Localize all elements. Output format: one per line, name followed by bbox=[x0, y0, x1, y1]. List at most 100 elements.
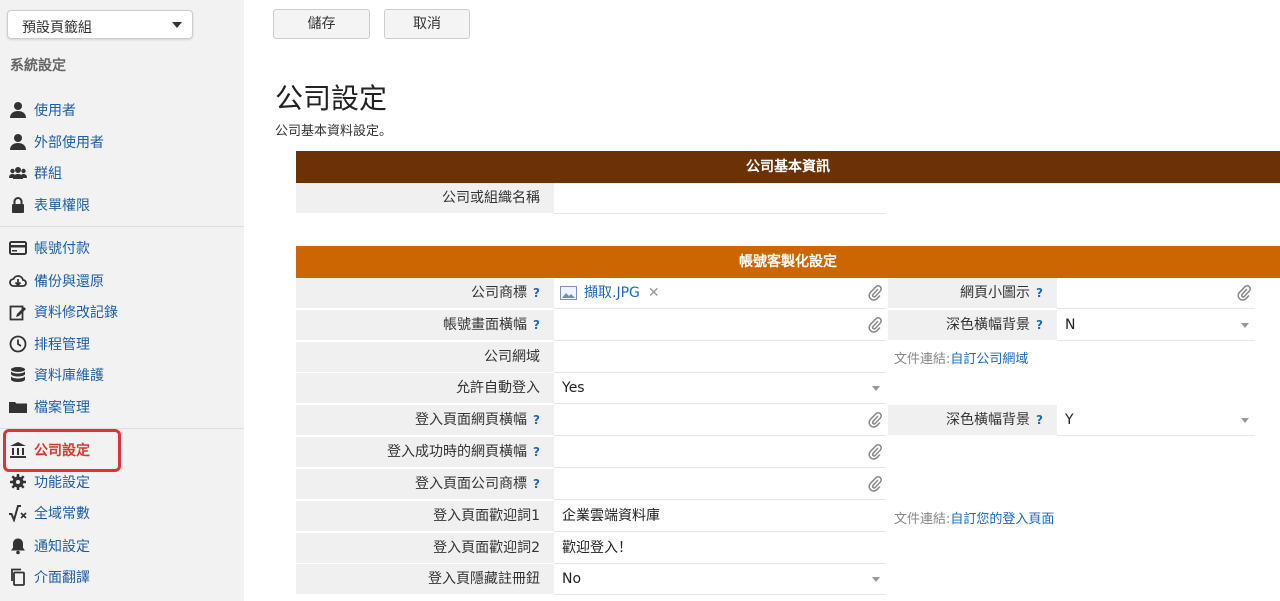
doc-link-prefix: 文件連結: bbox=[894, 352, 951, 367]
sidebar-item-label: 排程管理 bbox=[34, 337, 90, 353]
users-icon bbox=[9, 167, 27, 179]
banner-upload[interactable] bbox=[554, 310, 886, 341]
save-button[interactable]: 儲存 bbox=[273, 9, 370, 39]
label-text: 公司網域 bbox=[484, 349, 540, 365]
favicon-upload[interactable] bbox=[1057, 278, 1255, 309]
sidebar-item-form-permissions[interactable]: 表單權限 bbox=[0, 190, 244, 220]
hide-register-select[interactable]: No bbox=[554, 564, 886, 595]
sidebar-divider bbox=[0, 226, 244, 227]
sidebar-item-change-log[interactable]: 資料修改記錄 bbox=[0, 297, 244, 327]
sidebar-item-groups[interactable]: 群組 bbox=[0, 158, 244, 188]
custom-login-link[interactable]: 自訂您的登入頁面 bbox=[950, 512, 1054, 527]
welcome2-input[interactable]: 歡迎登入！ bbox=[554, 533, 886, 564]
help-icon[interactable]: ? bbox=[1036, 278, 1043, 308]
label-text: 網頁小圖示 bbox=[960, 285, 1031, 301]
doc-link-prefix: 文件連結: bbox=[894, 512, 951, 527]
paperclip-icon[interactable] bbox=[868, 412, 882, 428]
login-banner-upload[interactable] bbox=[554, 405, 886, 436]
label-text: 登入頁面公司商標 bbox=[415, 476, 528, 492]
section-header-basic: 公司基本資訊 bbox=[296, 151, 1280, 183]
field-label: 登入頁面網頁橫幅? bbox=[296, 405, 554, 436]
lock-icon bbox=[12, 197, 24, 213]
label-text: 登入頁隱藏註冊鈕 bbox=[428, 571, 540, 587]
help-icon[interactable]: ? bbox=[1036, 405, 1043, 435]
help-icon[interactable]: ? bbox=[533, 278, 540, 308]
help-icon[interactable]: ? bbox=[533, 469, 540, 499]
sidebar-item-label: 檔案管理 bbox=[34, 400, 90, 416]
label-text: 深色橫幅背景 bbox=[946, 317, 1031, 333]
label-text: 登入成功時的網頁橫幅 bbox=[387, 444, 528, 460]
paperclip-icon[interactable] bbox=[868, 476, 882, 492]
sidebar-item-label: 帳號付款 bbox=[34, 241, 90, 257]
sidebar-item-files[interactable]: 檔案管理 bbox=[0, 392, 244, 422]
remove-file-icon[interactable]: ✕ bbox=[648, 285, 660, 301]
sidebar-item-label: 外部使用者 bbox=[34, 135, 104, 151]
sidebar-item-global-constants[interactable]: 全域常數 bbox=[0, 498, 244, 528]
paperclip-icon[interactable] bbox=[868, 444, 882, 460]
dark-bg-select[interactable]: Y bbox=[1057, 405, 1255, 436]
field-label: 深色橫幅背景? bbox=[888, 405, 1057, 436]
paperclip-icon[interactable] bbox=[1237, 285, 1251, 301]
select-value: N bbox=[1065, 317, 1076, 333]
company-name-input[interactable] bbox=[554, 183, 886, 214]
sidebar-item-schedule[interactable]: 排程管理 bbox=[0, 329, 244, 359]
sidebar-item-billing[interactable]: 帳號付款 bbox=[0, 233, 244, 263]
field-label: 登入頁面歡迎詞2 bbox=[296, 533, 554, 564]
label-text: 深色橫幅背景 bbox=[946, 412, 1031, 428]
page-subtitle: 公司基本資料設定。 bbox=[275, 124, 393, 139]
sidebar-item-users[interactable]: 使用者 bbox=[0, 95, 244, 125]
sidebar-item-label: 使用者 bbox=[34, 103, 76, 119]
login-logo-upload[interactable] bbox=[554, 469, 886, 500]
dark-banner-bg-select[interactable]: N bbox=[1057, 310, 1255, 341]
field-label: 公司網域 bbox=[296, 342, 554, 373]
label-text: 登入頁面歡迎詞1 bbox=[433, 508, 540, 524]
field-label: 帳號畫面橫幅? bbox=[296, 310, 554, 341]
cloud-download-icon bbox=[9, 275, 27, 287]
paperclip-icon[interactable] bbox=[868, 285, 882, 301]
sidebar-item-database[interactable]: 資料庫維護 bbox=[0, 360, 244, 390]
success-banner-upload[interactable] bbox=[554, 437, 886, 468]
sidebar-item-backup[interactable]: 備份與還原 bbox=[0, 266, 244, 296]
field-label: 允許自動登入 bbox=[296, 373, 554, 404]
field-label: 登入頁隱藏註冊鈕 bbox=[296, 564, 554, 595]
help-icon[interactable]: ? bbox=[533, 405, 540, 435]
paperclip-icon[interactable] bbox=[868, 317, 882, 333]
sidebar-item-label: 群組 bbox=[34, 166, 62, 182]
field-label: 公司商標? bbox=[296, 278, 554, 309]
custom-domain-link[interactable]: 自訂公司網域 bbox=[950, 352, 1028, 367]
section-header-custom: 帳號客製化設定 bbox=[296, 246, 1280, 278]
sidebar-item-notifications[interactable]: 通知設定 bbox=[0, 531, 244, 561]
sidebar-heading: 系統設定 bbox=[10, 58, 66, 74]
sidebar-item-label: 資料修改記錄 bbox=[34, 305, 118, 321]
cancel-button[interactable]: 取消 bbox=[384, 9, 470, 39]
edit-icon bbox=[9, 305, 26, 321]
auto-login-select[interactable]: Yes bbox=[554, 373, 886, 404]
sqrt-icon bbox=[9, 505, 27, 522]
field-label: 深色橫幅背景? bbox=[888, 310, 1057, 341]
label-text: 登入頁面歡迎詞2 bbox=[433, 540, 540, 556]
tab-group-select[interactable]: 預設頁籤組 bbox=[7, 10, 193, 39]
tab-group-value: 預設頁籤組 bbox=[22, 20, 92, 36]
field-label: 登入頁面歡迎詞1 bbox=[296, 501, 554, 532]
sidebar-item-label: 介面翻譯 bbox=[34, 570, 90, 586]
folder-icon bbox=[9, 402, 27, 413]
label-text: 公司或組織名稱 bbox=[442, 190, 540, 206]
sidebar-item-label: 備份與還原 bbox=[34, 274, 104, 290]
sidebar-item-translation[interactable]: 介面翻譯 bbox=[0, 562, 244, 592]
label-text: 帳號畫面橫幅 bbox=[443, 317, 528, 333]
sidebar-item-external-users[interactable]: 外部使用者 bbox=[0, 127, 244, 157]
gear-icon bbox=[10, 474, 26, 490]
sidebar-item-label: 表單權限 bbox=[34, 198, 90, 214]
help-icon[interactable]: ? bbox=[533, 437, 540, 467]
domain-input[interactable] bbox=[554, 342, 886, 373]
help-icon[interactable]: ? bbox=[1036, 310, 1043, 340]
credit-card-icon bbox=[9, 241, 27, 255]
field-label: 網頁小圖示? bbox=[888, 278, 1057, 309]
logo-file-link[interactable]: 擷取.JPG bbox=[584, 285, 640, 301]
logo-upload[interactable]: 擷取.JPG ✕ bbox=[554, 278, 886, 309]
image-file-icon bbox=[560, 286, 577, 300]
doc-link-domain: 文件連結:自訂公司網域 bbox=[894, 348, 1028, 367]
label-text: 允許自動登入 bbox=[456, 380, 540, 396]
help-icon[interactable]: ? bbox=[533, 310, 540, 340]
welcome1-input[interactable]: 企業雲端資料庫 bbox=[554, 501, 886, 532]
